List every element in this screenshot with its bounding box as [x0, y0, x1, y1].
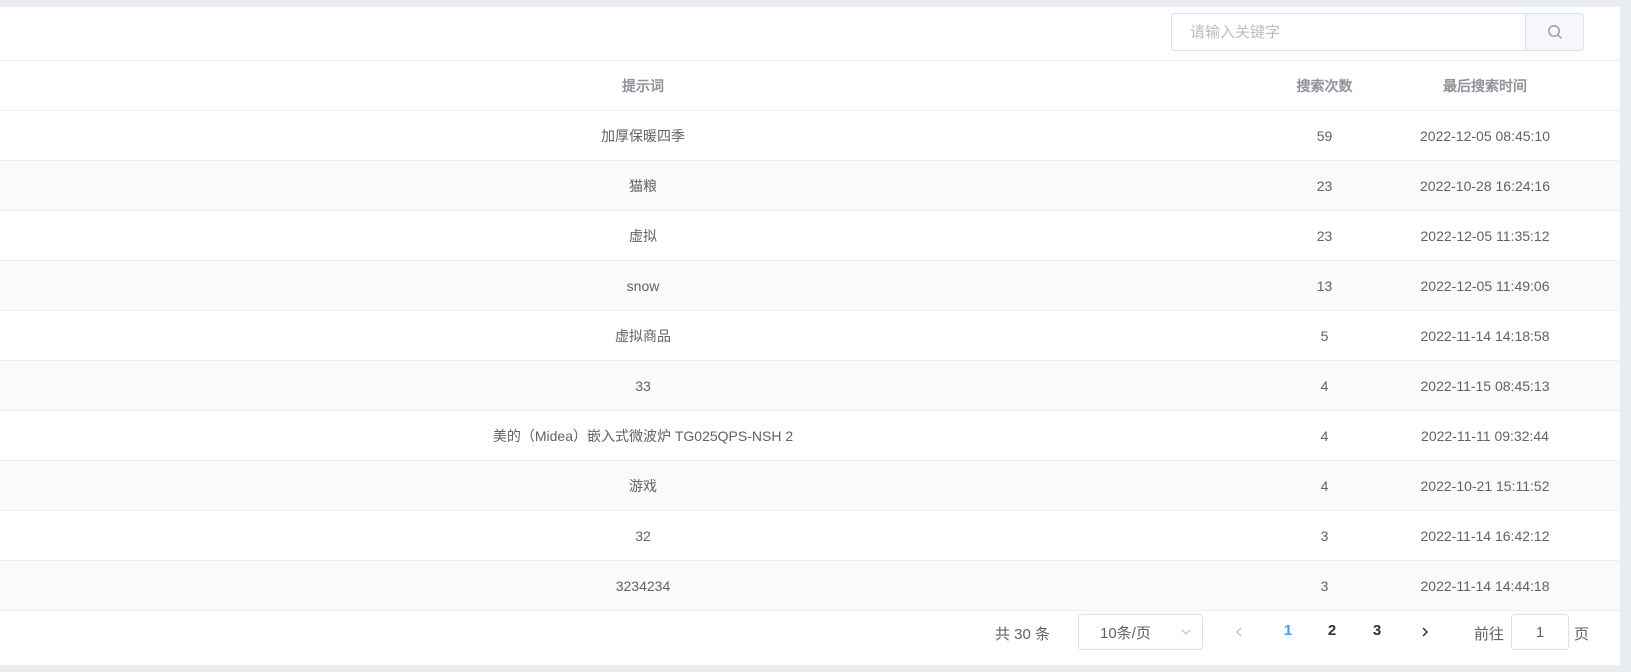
cell-keyword: snow — [626, 277, 660, 294]
table-row: 加厚保暖四季 59 2022-12-05 08:45:10 — [0, 111, 1620, 161]
cell-last-time: 2022-12-05 11:35:12 — [1420, 227, 1550, 244]
table-row: 猫粮 23 2022-10-28 16:24:16 — [0, 161, 1620, 211]
chevron-left-icon — [1235, 627, 1242, 637]
table-row: 32 3 2022-11-14 16:42:12 — [0, 511, 1620, 561]
cell-last-time: 2022-11-14 16:42:12 — [1420, 527, 1550, 544]
cell-last-time: 2022-11-15 08:45:13 — [1420, 377, 1550, 394]
chevron-down-icon — [1181, 629, 1191, 635]
keyword-panel: 提示词 搜索次数 最后搜索时间 加厚保暖四季 59 2022-12-05 08:… — [0, 7, 1620, 665]
table-header: 提示词 搜索次数 最后搜索时间 — [0, 61, 1620, 111]
table-row: 虚拟 23 2022-12-05 11:35:12 — [0, 211, 1620, 261]
column-header-keyword: 提示词 — [622, 77, 664, 94]
cell-keyword: 32 — [635, 527, 651, 544]
cell-keyword: 虚拟商品 — [615, 327, 671, 344]
cell-last-time: 2022-11-14 14:44:18 — [1420, 577, 1550, 594]
table-row: snow 13 2022-12-05 11:49:06 — [0, 261, 1620, 311]
cell-keyword: 猫粮 — [629, 177, 657, 194]
toolbar — [0, 7, 1620, 61]
page-size-value: 10条/页 — [1100, 624, 1151, 642]
goto-label: 前往 — [1474, 626, 1505, 643]
search-button[interactable] — [1525, 14, 1583, 50]
cell-count: 4 — [1320, 427, 1329, 444]
cell-last-time: 2022-11-11 09:32:44 — [1421, 427, 1549, 444]
cell-last-time: 2022-12-05 08:45:10 — [1420, 127, 1550, 144]
chevron-right-icon — [1422, 627, 1429, 637]
cell-last-time: 2022-11-14 14:18:58 — [1420, 327, 1550, 344]
search-input[interactable] — [1172, 14, 1525, 50]
cell-count: 3 — [1320, 577, 1329, 594]
total-count: 共 30 条 — [995, 626, 1051, 643]
keyword-table: 提示词 搜索次数 最后搜索时间 加厚保暖四季 59 2022-12-05 08:… — [0, 61, 1620, 611]
cell-count: 59 — [1316, 127, 1333, 144]
table-row: 3234234 3 2022-11-14 14:44:18 — [0, 561, 1620, 611]
search-icon — [1547, 25, 1562, 39]
column-header-last-time: 最后搜索时间 — [1443, 77, 1527, 94]
cell-keyword: 加厚保暖四季 — [601, 127, 685, 144]
cell-last-time: 2022-10-28 16:24:16 — [1420, 177, 1550, 194]
table-row: 虚拟商品 5 2022-11-14 14:18:58 — [0, 311, 1620, 361]
cell-count: 5 — [1320, 327, 1329, 344]
page-number-2[interactable]: 2 — [1320, 622, 1344, 639]
cell-count: 13 — [1316, 277, 1333, 294]
page-size-select[interactable]: 10条/页 — [1078, 614, 1203, 650]
table-row: 美的（Midea）嵌入式微波炉 TG025QPS-NSH 2 4 2022-11… — [0, 411, 1620, 461]
cell-keyword: 虚拟 — [629, 227, 657, 244]
next-page-button[interactable] — [1413, 622, 1437, 642]
table-row: 33 4 2022-11-15 08:45:13 — [0, 361, 1620, 411]
pagination: 共 30 条 10条/页 1 2 3 前往 页 — [0, 612, 1620, 652]
cell-count: 4 — [1320, 377, 1329, 394]
prev-page-button[interactable] — [1227, 622, 1251, 642]
page-number-1[interactable]: 1 — [1276, 622, 1300, 639]
cell-keyword: 33 — [635, 377, 651, 394]
table-row: 游戏 4 2022-10-21 15:11:52 — [0, 461, 1620, 511]
search-group — [1171, 13, 1584, 51]
page-number-3[interactable]: 3 — [1365, 622, 1389, 639]
cell-keyword: 3234234 — [615, 577, 671, 594]
cell-count: 4 — [1320, 477, 1329, 494]
goto-suffix: 页 — [1574, 626, 1590, 643]
goto-page-input[interactable] — [1511, 614, 1569, 650]
cell-keyword: 游戏 — [629, 477, 657, 494]
cell-last-time: 2022-12-05 11:49:06 — [1420, 277, 1550, 294]
cell-count: 23 — [1316, 177, 1333, 194]
cell-keyword: 美的（Midea）嵌入式微波炉 TG025QPS-NSH 2 — [492, 427, 794, 444]
column-header-count: 搜索次数 — [1296, 77, 1353, 94]
cell-last-time: 2022-10-21 15:11:52 — [1420, 477, 1550, 494]
cell-count: 23 — [1316, 227, 1333, 244]
cell-count: 3 — [1320, 527, 1329, 544]
